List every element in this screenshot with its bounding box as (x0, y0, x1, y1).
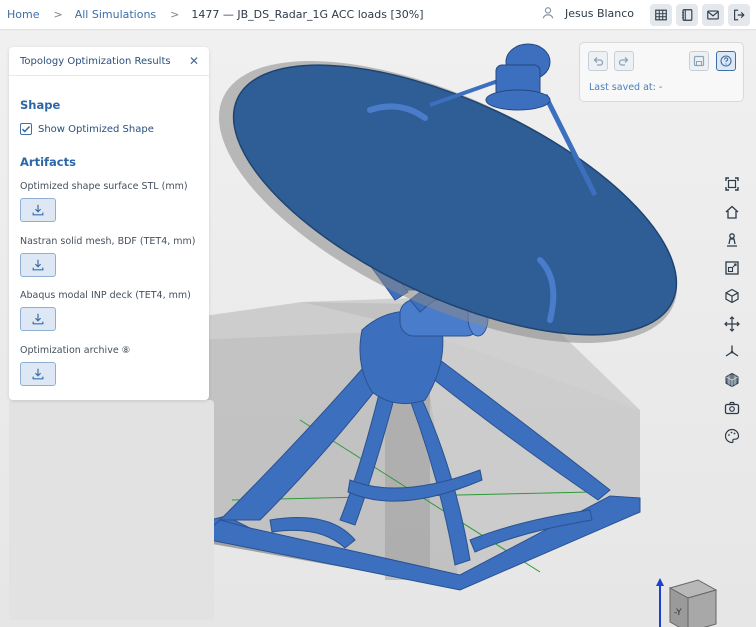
undo-button[interactable] (588, 51, 608, 71)
help-icon (720, 55, 732, 67)
shape-heading: Shape (20, 98, 61, 112)
save-button[interactable] (689, 51, 709, 71)
breadcrumb-all-simulations[interactable]: All Simulations (75, 8, 156, 21)
artifact-label: Optimization archive ⑧ (20, 345, 131, 356)
camera-icon (724, 401, 740, 415)
save-icon (693, 55, 705, 67)
zoom-region-icon (725, 261, 739, 275)
notebook-button[interactable] (676, 4, 698, 26)
camera-button[interactable] (722, 398, 742, 418)
redo-button[interactable] (614, 51, 634, 71)
panel-title: Topology Optimization Results (20, 56, 171, 67)
user-name: Jesus Blanco (565, 6, 635, 20)
breadcrumb-home[interactable]: Home (7, 8, 39, 21)
close-icon[interactable]: ✕ (189, 54, 199, 68)
download-icon (32, 259, 44, 271)
redo-icon (618, 57, 629, 66)
divider (9, 75, 209, 76)
zoom-region-button[interactable] (722, 258, 742, 278)
palette-button[interactable] (722, 426, 742, 446)
breadcrumb-separator: > (53, 8, 63, 21)
axis-face-label: -Y (674, 608, 682, 618)
top-bar: Home > All Simulations > 1477 — JB_DS_Ra… (0, 0, 756, 30)
download-abaqus-button[interactable] (20, 307, 56, 331)
artifacts-heading: Artifacts (20, 155, 76, 169)
table-icon (655, 9, 667, 21)
download-stl-button[interactable] (20, 198, 56, 222)
undo-icon (593, 57, 604, 66)
mesh-cube-icon (725, 372, 739, 388)
cube-view-button[interactable] (722, 286, 742, 306)
cube-view-icon (725, 288, 739, 304)
user-icon (542, 7, 554, 19)
show-optimized-shape-toggle[interactable]: Show Optimized Shape (20, 123, 154, 135)
download-nastran-button[interactable] (20, 253, 56, 277)
pan-button[interactable] (722, 314, 742, 334)
person-view-icon (727, 233, 737, 247)
palette-icon (724, 428, 740, 444)
fit-view-button[interactable] (722, 174, 742, 194)
last-saved-text: Last saved at: - (589, 82, 663, 93)
logout-button[interactable] (728, 4, 750, 26)
notebook-icon (682, 9, 693, 21)
home-view-icon (725, 205, 739, 219)
home-view-button[interactable] (722, 202, 742, 222)
mail-icon (707, 10, 719, 20)
download-icon (32, 204, 44, 216)
mail-button[interactable] (702, 4, 724, 26)
panel-backdrop (9, 400, 214, 620)
breadcrumb-current: 1477 — JB_DS_Radar_1G ACC loads [30%] (191, 8, 424, 21)
checkmark-icon (21, 125, 31, 133)
breadcrumb-separator: > (170, 8, 180, 21)
save-panel: Last saved at: - (579, 42, 744, 102)
fit-view-icon (725, 177, 739, 191)
show-optimized-checkbox[interactable] (20, 123, 32, 135)
artifact-label: Optimized shape surface STL (mm) (20, 181, 188, 192)
artifact-label: Abaqus modal INP deck (TET4, mm) (20, 290, 191, 301)
topology-results-panel: Topology Optimization Results ✕ Shape Sh… (9, 47, 209, 400)
help-button[interactable] (716, 51, 736, 71)
user-menu[interactable]: Jesus Blanco (541, 6, 634, 20)
table-button[interactable] (650, 4, 672, 26)
axes-icon (725, 345, 739, 357)
logout-icon (734, 9, 745, 21)
download-icon (32, 313, 44, 325)
axes-button[interactable] (722, 342, 742, 362)
download-archive-button[interactable] (20, 362, 56, 386)
mesh-cube-button[interactable] (722, 370, 742, 390)
artifact-label: Nastran solid mesh, BDF (TET4, mm) (20, 236, 196, 247)
pan-icon (724, 316, 740, 332)
download-icon (32, 368, 44, 380)
show-optimized-label: Show Optimized Shape (38, 123, 154, 135)
axis-orientation-cube[interactable]: -Y (650, 576, 720, 627)
person-view-button[interactable] (722, 230, 742, 250)
